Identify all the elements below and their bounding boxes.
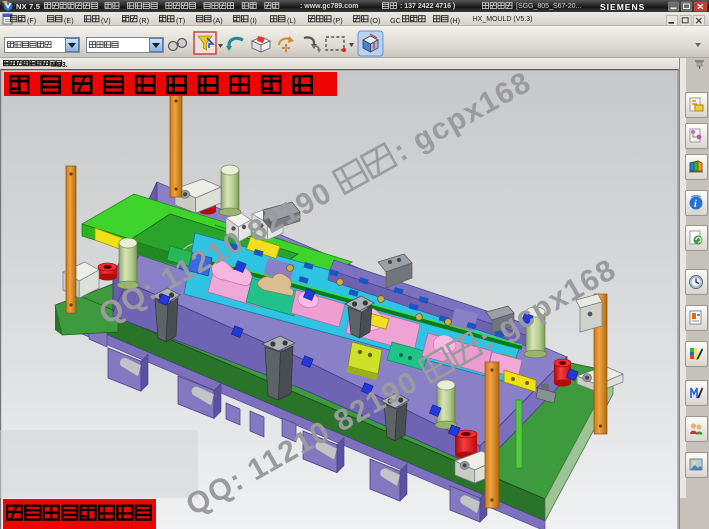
svg-text:i: i <box>694 199 697 210</box>
